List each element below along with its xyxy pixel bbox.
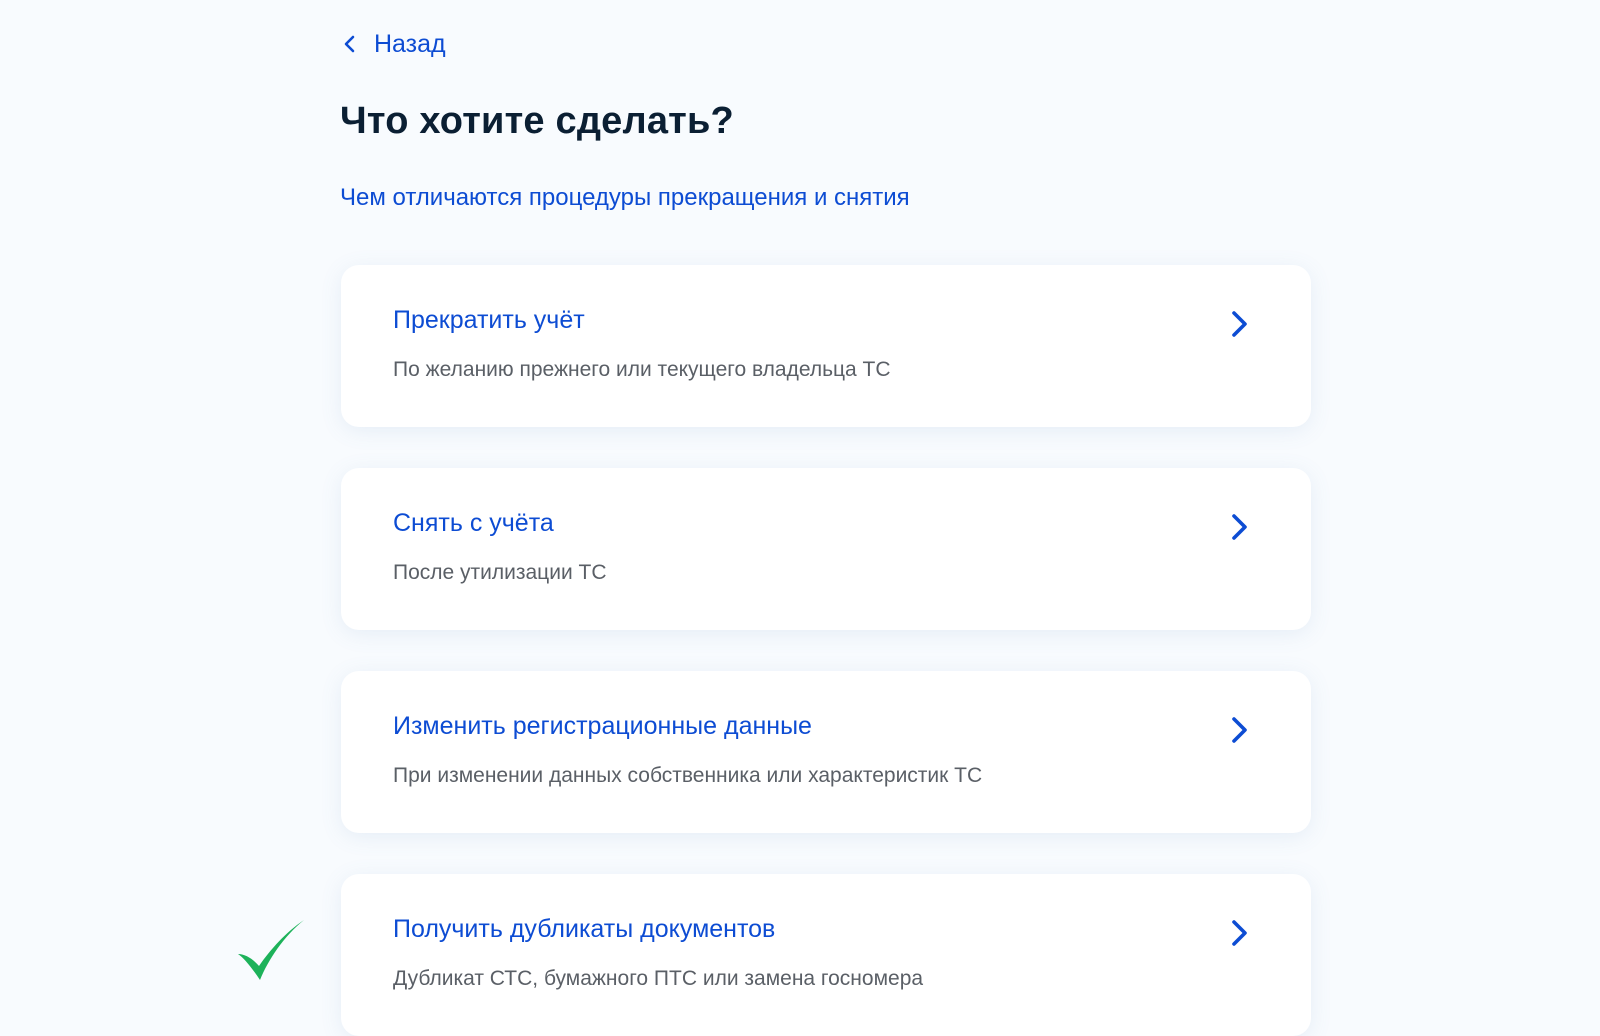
option-title: Снять с учёта bbox=[393, 509, 554, 537]
option-card-change-registration-data[interactable]: Изменить регистрационные данные При изме… bbox=[341, 671, 1311, 833]
option-description: При изменении данных собственника или ха… bbox=[393, 764, 983, 787]
option-description: После утилизации ТС bbox=[393, 561, 607, 584]
chevron-left-icon bbox=[344, 35, 355, 53]
back-link[interactable]: Назад bbox=[340, 26, 446, 62]
procedures-difference-link[interactable]: Чем отличаются процедуры прекращения и с… bbox=[340, 184, 910, 212]
back-link-label: Назад bbox=[374, 29, 446, 58]
option-card-get-duplicates[interactable]: Получить дубликаты документов Дубликат С… bbox=[341, 874, 1311, 1036]
option-title: Изменить регистрационные данные bbox=[393, 712, 812, 740]
chevron-right-icon bbox=[1232, 717, 1247, 743]
option-card-stop-registration[interactable]: Прекратить учёт По желанию прежнего или … bbox=[341, 265, 1311, 427]
chevron-right-icon bbox=[1232, 920, 1247, 946]
option-card-deregister[interactable]: Снять с учёта После утилизации ТС bbox=[341, 468, 1311, 630]
page-title: Что хотите сделать? bbox=[340, 100, 734, 142]
checkmark-icon bbox=[238, 920, 304, 980]
chevron-right-icon bbox=[1232, 514, 1247, 540]
chevron-right-icon bbox=[1232, 311, 1247, 337]
option-title: Прекратить учёт bbox=[393, 306, 585, 334]
option-description: По желанию прежнего или текущего владель… bbox=[393, 358, 891, 381]
option-title: Получить дубликаты документов bbox=[393, 915, 776, 943]
option-description: Дубликат СТС, бумажного ПТС или замена г… bbox=[393, 967, 924, 990]
